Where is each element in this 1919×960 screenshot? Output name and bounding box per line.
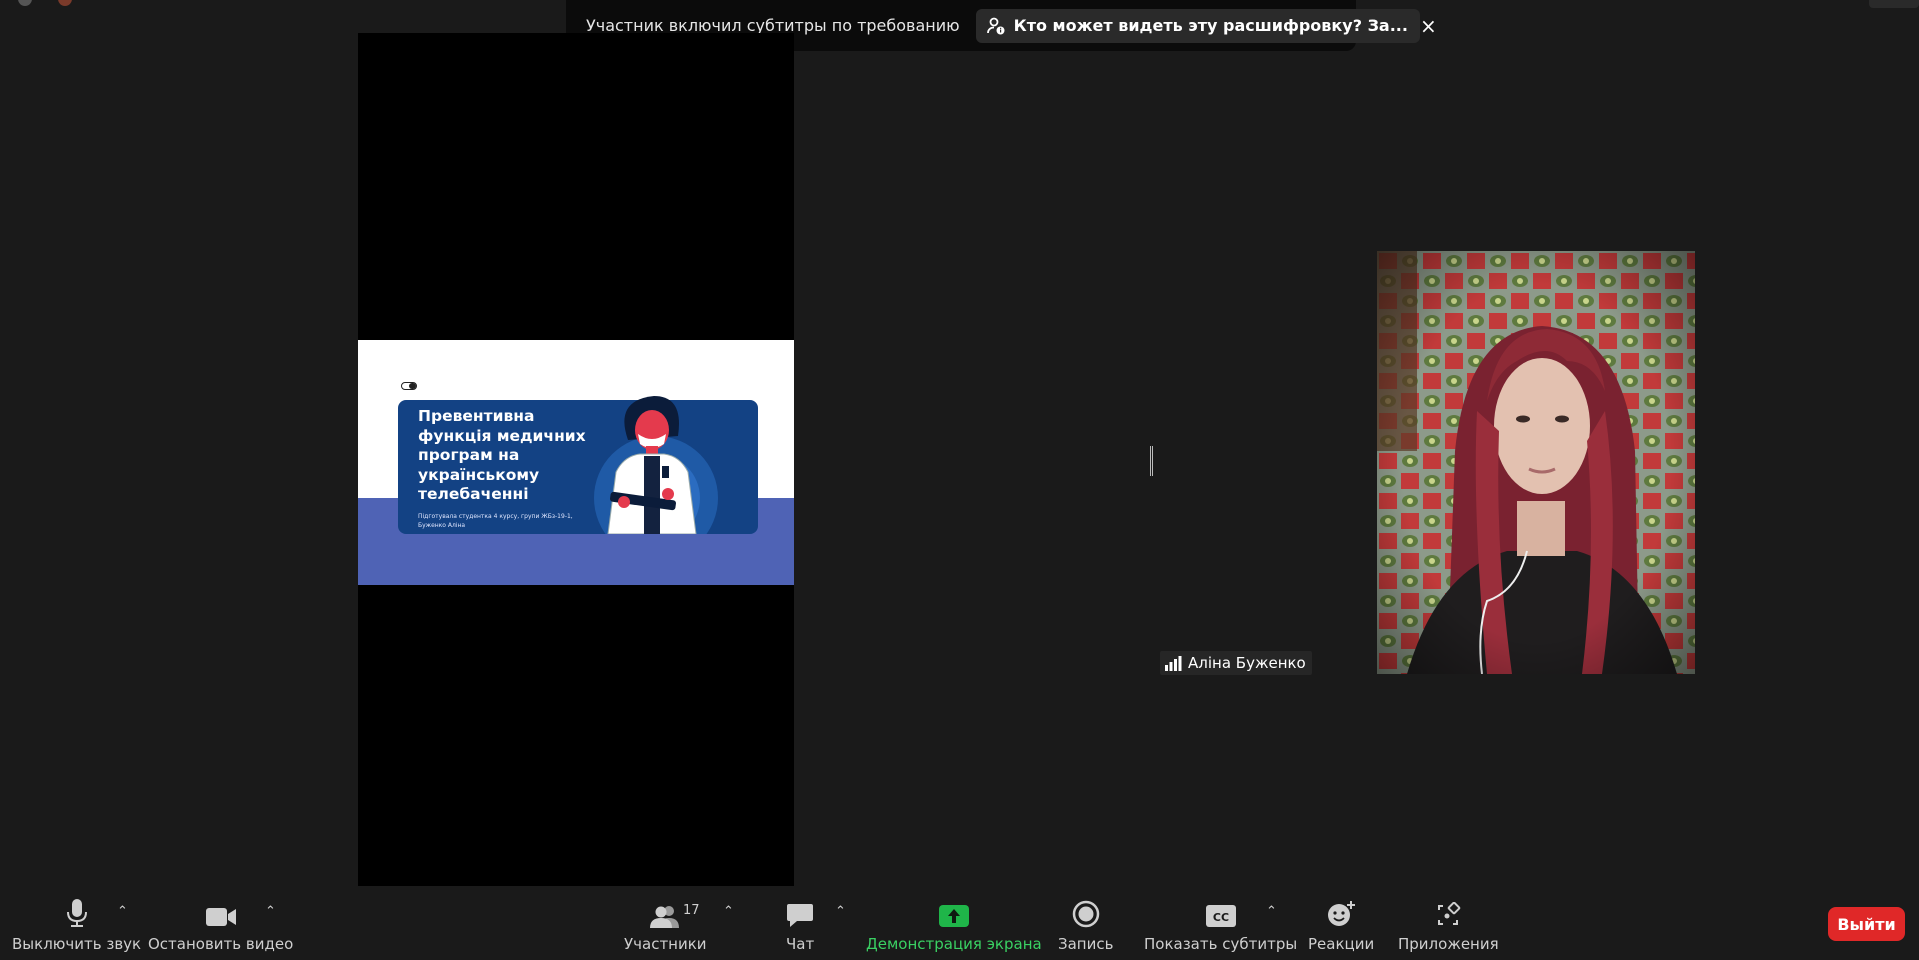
stop-video-button[interactable]: Остановить видео xyxy=(148,894,293,953)
captions-options-chevron-icon[interactable]: ⌃ xyxy=(1266,904,1277,919)
record-button[interactable]: Запись xyxy=(1058,894,1113,953)
participants-label: Участники xyxy=(624,935,707,953)
closed-captions-icon: CC xyxy=(1205,894,1237,932)
show-captions-label: Показать субтитры xyxy=(1144,935,1298,953)
participant-video[interactable] xyxy=(1377,251,1695,674)
share-screen-label: Демонстрация экрана xyxy=(866,935,1042,953)
participants-options-chevron-icon[interactable]: ⌃ xyxy=(723,904,734,919)
participants-icon xyxy=(649,894,681,932)
reactions-label: Реакции xyxy=(1308,935,1375,953)
mute-label: Выключить звук xyxy=(12,935,142,953)
slide-title-card: Превентивна функція медичних програм на … xyxy=(398,396,758,534)
participant-name-tag: Аліна Буженко xyxy=(1160,651,1312,675)
apps-icon xyxy=(1435,894,1461,932)
captions-icon-text: CC xyxy=(1213,911,1229,924)
chat-options-chevron-icon[interactable]: ⌃ xyxy=(835,904,846,919)
record-label: Запись xyxy=(1058,935,1114,953)
chat-button[interactable]: Чат xyxy=(786,894,814,953)
participants-count: 17 xyxy=(683,903,700,918)
layout-divider-handle[interactable] xyxy=(1150,446,1153,476)
participant-name: Аліна Буженко xyxy=(1188,654,1306,672)
record-icon xyxy=(1072,894,1100,932)
mute-button[interactable]: Выключить звук xyxy=(12,894,141,953)
reactions-button[interactable]: Реакции xyxy=(1308,894,1374,953)
slide-title: Превентивна функція медичних програм на … xyxy=(418,407,586,503)
presentation-slide: Превентивна функція медичних програм на … xyxy=(358,340,794,585)
doctor-illustration xyxy=(594,396,718,534)
chat-icon xyxy=(786,894,814,932)
window-control-dot[interactable] xyxy=(58,0,72,6)
audio-options-chevron-icon[interactable]: ⌃ xyxy=(117,904,128,919)
person-info-icon xyxy=(986,17,1005,34)
chat-label: Чат xyxy=(786,935,815,953)
shared-screen: Превентивна функція медичних програм на … xyxy=(358,33,794,891)
leave-button[interactable]: Выйти xyxy=(1828,907,1905,941)
camera-icon xyxy=(205,894,237,932)
slide-subtitle: Підготувала студентка 4 курсу, групи ЖБз… xyxy=(418,513,573,529)
share-screen-icon xyxy=(938,894,970,932)
slide-toggle-icon xyxy=(401,382,417,390)
transcript-visibility-link[interactable]: Кто может видеть эту расшифровку? За... xyxy=(975,8,1420,43)
apps-label: Приложения xyxy=(1398,935,1499,953)
microphone-icon xyxy=(66,894,88,932)
smiley-add-icon xyxy=(1326,894,1356,932)
stop-video-label: Остановить видео xyxy=(148,935,294,953)
apps-button[interactable]: Приложения xyxy=(1398,894,1499,953)
share-screen-button[interactable]: Демонстрация экрана xyxy=(866,894,1042,953)
video-options-chevron-icon[interactable]: ⌃ xyxy=(265,904,276,919)
meeting-toolbar: Выключить звук ⌃ Остановить видео ⌃ Учас… xyxy=(0,886,1919,960)
view-button[interactable] xyxy=(1869,0,1919,8)
transcript-visibility-text: Кто может видеть эту расшифровку? За... xyxy=(1013,16,1408,35)
window-control-dot[interactable] xyxy=(18,0,32,6)
webcam-image xyxy=(1377,251,1695,674)
show-captions-button[interactable]: CC Показать субтитры xyxy=(1144,894,1297,953)
close-icon[interactable]: × xyxy=(1420,12,1437,40)
signal-strength-icon xyxy=(1165,656,1182,671)
